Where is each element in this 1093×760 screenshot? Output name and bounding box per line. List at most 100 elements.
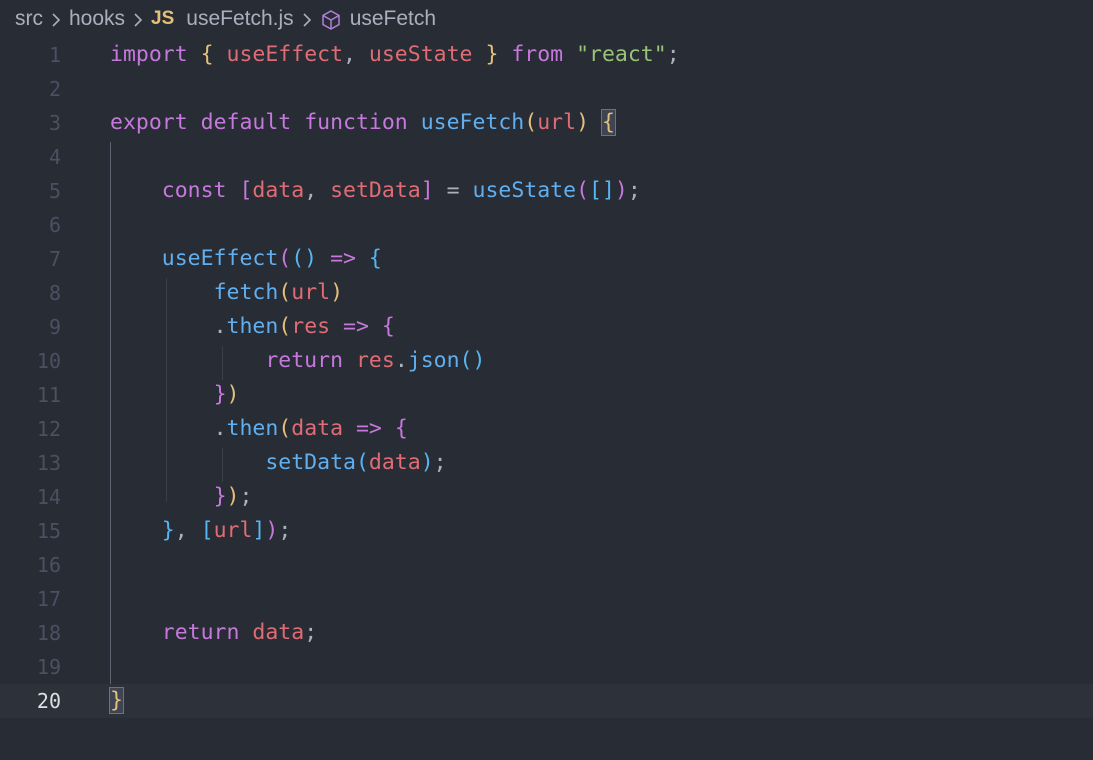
code-token: ) xyxy=(265,518,279,543)
code-line[interactable]: 2 xyxy=(0,72,1093,106)
code-token: [ xyxy=(200,518,214,543)
line-number: 4 xyxy=(48,145,61,169)
line-number: 9 xyxy=(48,315,61,339)
code-token: ( xyxy=(278,416,292,441)
code-token: } xyxy=(213,484,227,509)
code-line[interactable]: 17 xyxy=(0,582,1093,616)
code-token: . xyxy=(213,416,227,441)
code-token: url xyxy=(213,518,253,543)
breadcrumb: src hooks JS useFetch.js useFetch xyxy=(0,0,1093,38)
code-token: ( xyxy=(278,314,292,339)
code-token: data xyxy=(368,450,421,475)
code-text: const [data, setData] = useState([]); xyxy=(110,174,641,208)
code-token: fetch xyxy=(213,280,279,305)
code-text: export default function useFetch(url) { xyxy=(110,106,616,140)
code-token: ) xyxy=(330,280,344,305)
code-token: ( xyxy=(355,450,369,475)
line-number: 7 xyxy=(48,247,61,271)
code-token: ) xyxy=(226,484,240,509)
breadcrumb-item-hooks[interactable]: hooks xyxy=(69,7,125,31)
code-token: , xyxy=(304,178,331,203)
breadcrumb-item-symbol[interactable]: useFetch xyxy=(350,7,436,31)
chevron-right-icon xyxy=(134,13,143,27)
code-token: ( xyxy=(278,280,292,305)
line-number: 2 xyxy=(48,77,61,101)
code-token: () xyxy=(459,348,486,373)
code-token: ] xyxy=(252,518,266,543)
line-number: 10 xyxy=(36,349,61,373)
code-token: setData xyxy=(265,450,356,475)
code-line[interactable]: 1 import { useEffect, useState } from "re… xyxy=(0,38,1093,72)
code-token: json xyxy=(407,348,460,373)
code-token: } xyxy=(109,687,124,714)
code-token: then xyxy=(226,416,279,441)
line-number: 16 xyxy=(36,553,61,577)
code-line[interactable]: 15 }, [url]); xyxy=(0,514,1093,548)
code-token: = xyxy=(433,178,473,203)
code-line[interactable]: 7 useEffect(() => { xyxy=(0,242,1093,276)
code-token: { xyxy=(394,416,408,441)
code-text: setData(data); xyxy=(110,446,446,480)
breadcrumb-item-src[interactable]: src xyxy=(15,7,43,31)
code-token: } xyxy=(213,382,227,407)
code-token: . xyxy=(213,314,227,339)
code-token: ( xyxy=(524,110,538,135)
code-text: .then(res => { xyxy=(110,310,395,344)
code-token: useState xyxy=(472,178,577,203)
line-number: 13 xyxy=(36,451,61,475)
code-token: then xyxy=(226,314,279,339)
code-line[interactable]: 9 .then(res => { xyxy=(0,310,1093,344)
code-line[interactable]: 4 xyxy=(0,140,1093,174)
code-token: url xyxy=(537,110,577,135)
code-token: useState xyxy=(368,42,473,67)
line-number: 19 xyxy=(36,655,61,679)
code-line[interactable]: 10 return res.json() xyxy=(0,344,1093,378)
code-token: useFetch xyxy=(420,110,525,135)
code-line[interactable]: 3 export default function useFetch(url) { xyxy=(0,106,1093,140)
code-token: ) xyxy=(420,450,434,475)
line-number: 1 xyxy=(48,43,61,67)
code-text: return data; xyxy=(110,616,317,650)
line-number: 5 xyxy=(48,179,61,203)
code-token: ; xyxy=(278,518,292,543)
code-token: { xyxy=(368,246,382,271)
line-number: 14 xyxy=(36,485,61,509)
code-token: ; xyxy=(304,620,318,645)
code-text: fetch(url) xyxy=(110,276,343,310)
code-token: [ xyxy=(239,178,253,203)
code-token: useEffect xyxy=(226,42,344,67)
code-line[interactable]: 16 xyxy=(0,548,1093,582)
code-line[interactable]: 12 .then(data => { xyxy=(0,412,1093,446)
code-line[interactable]: 14 }); xyxy=(0,480,1093,514)
code-line[interactable]: 8 fetch(url) xyxy=(0,276,1093,310)
code-line[interactable]: 13 setData(data); xyxy=(0,446,1093,480)
code-line[interactable]: 5 const [data, setData] = useState([]); xyxy=(0,174,1093,208)
code-token: return xyxy=(161,620,240,645)
code-line[interactable]: 20} xyxy=(0,684,1093,718)
code-token: ; xyxy=(627,178,641,203)
code-line[interactable]: 11 }) xyxy=(0,378,1093,412)
code-line[interactable]: 19 xyxy=(0,650,1093,684)
code-token: data xyxy=(252,620,305,645)
breadcrumb-item-file[interactable]: useFetch.js xyxy=(186,7,293,31)
line-number: 15 xyxy=(36,519,61,543)
line-number: 3 xyxy=(48,111,61,135)
code-line[interactable]: 6 xyxy=(0,208,1093,242)
code-editor[interactable]: 1 import { useEffect, useState } from "re… xyxy=(0,38,1093,760)
code-text: }, [url]); xyxy=(110,514,292,548)
code-line[interactable]: 18 return data; xyxy=(0,616,1093,650)
